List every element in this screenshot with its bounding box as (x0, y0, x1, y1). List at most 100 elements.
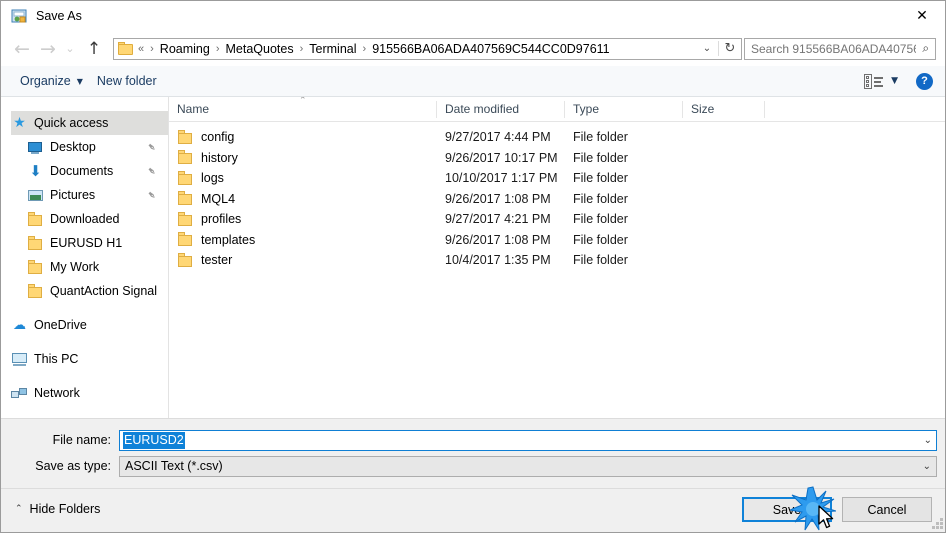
file-type: File folder (573, 130, 628, 145)
file-name: templates (201, 232, 256, 247)
nav-gap (1, 371, 168, 381)
back-icon[interactable]: ← (9, 36, 35, 62)
new-folder-button[interactable]: New folder (90, 71, 164, 91)
sidebar-item-downloaded[interactable]: Downloaded (1, 207, 168, 231)
view-options-icon[interactable] (864, 73, 884, 89)
window-title: Save As (36, 9, 82, 23)
dialog-body: ★ Quick access Desktop ✒ ⬇ Documents ✒ P… (1, 97, 945, 418)
file-name-cell: history (169, 150, 437, 165)
chevron-down-icon[interactable]: ⌄ (696, 43, 718, 54)
folder-icon (177, 129, 194, 145)
chevron-up-icon: ⌃ (15, 504, 23, 514)
search-input[interactable]: Search 915566BA06ADA40756... ⌕ (744, 37, 936, 60)
cancel-button[interactable]: Cancel (842, 497, 932, 522)
folder-icon (177, 150, 194, 165)
folder-icon (118, 42, 133, 55)
forward-icon[interactable]: → (35, 36, 61, 62)
save-as-type-select[interactable]: ASCII Text (*.csv) ⌄ (119, 455, 937, 477)
file-name-cell: logs (169, 170, 437, 186)
table-row[interactable]: templates 9/26/2017 1:08 PM File folder (169, 230, 945, 251)
column-header-row: Name ⌃ Date modified Type Size (169, 97, 945, 122)
command-bar-right: ▼ ? (864, 72, 933, 90)
network-icon (11, 386, 28, 401)
sidebar-item-desktop[interactable]: Desktop ✒ (1, 135, 168, 159)
breadcrumb-item-2[interactable]: Terminal (306, 41, 359, 57)
sidebar-item-pictures[interactable]: Pictures ✒ (1, 183, 168, 207)
table-row[interactable]: logs 10/10/2017 1:17 PM File folder (169, 168, 945, 189)
breadcrumb-item-3[interactable]: 915566BA06ADA407569C544CC0D97611 (369, 41, 612, 57)
breadcrumb: « › Roaming › MetaQuotes › Terminal › 91… (135, 41, 696, 57)
file-date: 9/26/2017 1:08 PM (445, 191, 551, 206)
sidebar-item-quantaction-signal[interactable]: QuantAction Signal (1, 279, 168, 303)
navigation-pane: ★ Quick access Desktop ✒ ⬇ Documents ✒ P… (1, 97, 169, 418)
save-as-app-icon (11, 8, 27, 24)
search-icon[interactable]: ⌕ (916, 41, 935, 56)
recent-locations-icon[interactable]: ⌄ (61, 36, 79, 62)
sidebar-item-documents[interactable]: ⬇ Documents ✒ (1, 159, 168, 183)
pin-icon[interactable]: ✒ (144, 139, 160, 155)
breadcrumb-sep: › (215, 42, 220, 55)
folder-icon (27, 211, 44, 227)
column-header-size[interactable]: Size (683, 100, 765, 118)
file-name: tester (201, 253, 233, 268)
refresh-icon[interactable]: ↻ (718, 41, 741, 56)
table-row[interactable]: MQL4 9/26/2017 1:08 PM File folder (169, 189, 945, 210)
sidebar-item-label: Desktop (50, 140, 96, 154)
save-button[interactable]: Save (742, 497, 832, 522)
dialog-footer: ⌃ Hide Folders Save Cancel (1, 488, 945, 532)
organize-button[interactable]: Organize ▼ (13, 71, 90, 91)
column-header-type[interactable]: Type (565, 100, 683, 118)
save-as-dialog: Save As ✕ ← → ⌄ ↑ « › Roaming › MetaQuot… (0, 0, 946, 533)
sidebar-item-eurusd-h1[interactable]: EURUSD H1 (1, 231, 168, 255)
breadcrumb-item-1[interactable]: MetaQuotes (223, 41, 297, 57)
table-row[interactable]: profiles 9/27/2017 4:21 PM File folder (169, 209, 945, 230)
sidebar-item-this-pc[interactable]: This PC (1, 347, 168, 371)
resize-grip[interactable] (931, 518, 944, 531)
file-date: 9/26/2017 10:17 PM (445, 150, 558, 165)
breadcrumb-overflow[interactable]: « (135, 42, 147, 56)
file-name: profiles (201, 212, 242, 227)
file-name-input[interactable]: EURUSD2 ⌄ (119, 429, 937, 451)
chevron-down-icon: ▼ (76, 76, 83, 86)
sidebar-item-label: Pictures (50, 188, 96, 202)
table-row[interactable]: config 9/27/2017 4:44 PM File folder (169, 127, 945, 148)
pin-icon[interactable]: ✒ (144, 163, 160, 179)
sidebar-item-label: This PC (34, 352, 79, 366)
file-type: File folder (573, 171, 628, 186)
sidebar-item-my-work[interactable]: My Work (1, 255, 168, 279)
pin-icon[interactable]: ✒ (144, 187, 160, 203)
this-pc-icon (11, 352, 28, 367)
help-button[interactable]: ? (916, 72, 933, 90)
file-name-cell: templates (169, 232, 437, 247)
sidebar-item-label: EURUSD H1 (50, 236, 123, 250)
file-type: File folder (573, 232, 628, 247)
table-row[interactable]: tester 10/4/2017 1:35 PM File folder (169, 250, 945, 271)
folder-icon (27, 235, 44, 251)
chevron-down-icon[interactable]: ▼ (891, 76, 898, 86)
file-name-label: File name: (52, 433, 111, 447)
sidebar-item-label: QuantAction Signal (50, 284, 158, 298)
hide-folders-button[interactable]: ⌃ Hide Folders (15, 502, 100, 516)
column-header-date-modified[interactable]: Date modified (437, 100, 565, 118)
close-icon[interactable]: ✕ (899, 1, 945, 31)
file-type: File folder (573, 150, 628, 165)
new-folder-label: New folder (96, 74, 157, 88)
file-name: logs (201, 171, 224, 186)
cloud-icon: ☁ (13, 317, 26, 333)
breadcrumb-bar[interactable]: « › Roaming › MetaQuotes › Terminal › 91… (113, 37, 742, 60)
command-bar: Organize ▼ New folder ▼ ? (1, 66, 945, 97)
file-date: 10/10/2017 1:17 PM (445, 171, 558, 186)
sidebar-item-onedrive[interactable]: ☁ OneDrive (1, 313, 168, 337)
up-icon[interactable]: ↑ (81, 36, 107, 62)
chevron-down-icon[interactable]: ⌄ (924, 435, 932, 446)
breadcrumb-item-0[interactable]: Roaming (157, 41, 213, 57)
folder-icon (177, 191, 194, 206)
organize-label: Organize (20, 74, 71, 88)
chevron-down-icon[interactable]: ⌄ (923, 461, 931, 472)
column-header-name[interactable]: Name ⌃ (169, 97, 437, 118)
sidebar-item-network[interactable]: Network (1, 381, 168, 405)
file-rows: config 9/27/2017 4:44 PM File folder his… (169, 122, 945, 271)
table-row[interactable]: history 9/26/2017 10:17 PM File folder (169, 148, 945, 169)
file-date: 9/27/2017 4:44 PM (445, 130, 551, 145)
sidebar-item-quick-access[interactable]: ★ Quick access (11, 111, 168, 135)
